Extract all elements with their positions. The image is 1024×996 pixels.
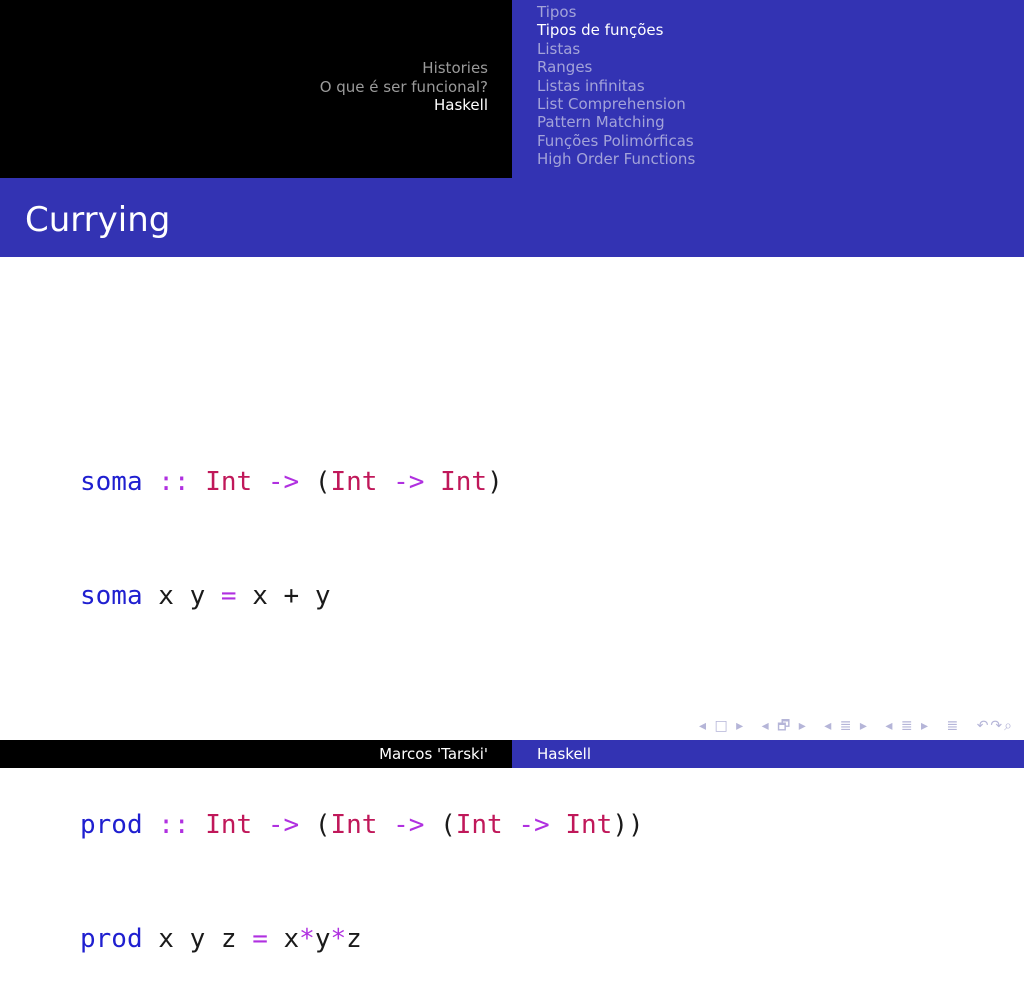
- code-equals: =: [252, 924, 268, 954]
- code-fn-name: prod: [80, 810, 143, 840]
- code-body: x: [267, 924, 300, 954]
- beamer-header: Histories O que é ser funcional? Haskell…: [0, 0, 1024, 178]
- code-line-3: prod :: Int -> (Int -> (Int -> Int)): [80, 806, 644, 844]
- header-subsections-panel: Tipos Tipos de funções Listas Ranges Lis…: [512, 0, 1024, 178]
- nav-toc-icon[interactable]: ≣: [947, 718, 961, 734]
- code-arrow: ->: [377, 467, 441, 497]
- code-line-4: prod x y z = x*y*z: [80, 920, 644, 958]
- subsection-item-pattern-matching[interactable]: Pattern Matching: [537, 113, 695, 131]
- section-item-o-que-e-ser-funcional[interactable]: O que é ser funcional?: [320, 78, 488, 97]
- code-type: Int: [205, 810, 253, 840]
- code-fn-name: soma: [80, 467, 143, 497]
- frame-title: Currying: [25, 200, 171, 240]
- subsection-item-tipos[interactable]: Tipos: [537, 3, 695, 21]
- subsection-item-high-order-functions[interactable]: High Order Functions: [537, 150, 695, 168]
- code-body: y: [314, 924, 331, 954]
- frame-title-bar: Currying: [0, 178, 1024, 257]
- section-list: Histories O que é ser funcional? Haskell: [320, 59, 488, 115]
- code-equals: =: [220, 581, 237, 611]
- code-operator: *: [299, 924, 315, 954]
- subsection-item-funcoes-polimorficas[interactable]: Funções Polimórficas: [537, 132, 695, 150]
- code-type: Int: [330, 467, 378, 497]
- section-item-histories[interactable]: Histories: [320, 59, 488, 78]
- code-block: soma :: Int -> (Int -> Int) soma x y = x…: [80, 387, 644, 996]
- code-paren: (: [440, 810, 456, 840]
- beamer-footer: Marcos 'Tarski' Haskell: [0, 740, 1024, 768]
- code-type: Int: [330, 810, 378, 840]
- code-fn-name: soma: [80, 581, 143, 611]
- code-type: Int: [440, 467, 488, 497]
- code-type-sep: ::: [142, 810, 206, 840]
- code-line-2: soma x y = x + y: [80, 577, 644, 615]
- code-args: x y z: [142, 924, 253, 954]
- subsection-item-listas[interactable]: Listas: [537, 40, 695, 58]
- code-arrow: ->: [252, 810, 315, 840]
- nav-search-icon[interactable]: ↶↷⌕: [977, 718, 1014, 734]
- subsection-item-tipos-de-funcoes[interactable]: Tipos de funções: [537, 21, 695, 39]
- beamer-navigation: ◂ □ ▸ ◂ 🗗 ▸ ◂ ≣ ▸ ◂ ≣ ▸ ≣ ↶↷⌕: [689, 715, 1014, 739]
- nav-frame-icon[interactable]: ◂ □ ▸: [699, 718, 745, 734]
- footer-author-panel: Marcos 'Tarski': [0, 740, 512, 768]
- code-arrow: ->: [502, 810, 566, 840]
- code-paren: )): [612, 810, 644, 840]
- header-sections-panel: Histories O que é ser funcional? Haskell: [0, 0, 512, 178]
- code-args: x y: [142, 581, 221, 611]
- code-paren: (: [314, 467, 331, 497]
- nav-subsection-icon[interactable]: ◂ 🗗 ▸: [762, 718, 808, 734]
- code-body: y: [299, 581, 331, 611]
- footer-title: Haskell: [537, 745, 592, 763]
- code-paren: ): [487, 467, 503, 497]
- code-type: Int: [205, 467, 253, 497]
- code-fn-name: prod: [80, 924, 143, 954]
- nav-section-icon[interactable]: ◂ ≣ ▸: [824, 718, 869, 734]
- subsection-item-listas-infinitas[interactable]: Listas infinitas: [537, 77, 695, 95]
- code-operator: *: [330, 924, 347, 954]
- code-line-1: soma :: Int -> (Int -> Int): [80, 463, 644, 501]
- subsection-item-ranges[interactable]: Ranges: [537, 58, 695, 76]
- footer-author: Marcos 'Tarski': [379, 745, 488, 763]
- code-type: Int: [455, 810, 503, 840]
- code-arrow: ->: [377, 810, 441, 840]
- section-item-haskell[interactable]: Haskell: [320, 96, 488, 115]
- subsection-item-list-comprehension[interactable]: List Comprehension: [537, 95, 695, 113]
- subsection-list: Tipos Tipos de funções Listas Ranges Lis…: [537, 3, 695, 169]
- code-body: z: [346, 924, 362, 954]
- nav-part-icon[interactable]: ◂ ≣ ▸: [885, 718, 930, 734]
- code-body: x: [236, 581, 284, 611]
- footer-title-panel: Haskell: [512, 740, 1024, 768]
- code-operator: +: [283, 581, 300, 611]
- code-type-sep: ::: [142, 467, 206, 497]
- code-arrow: ->: [252, 467, 315, 497]
- code-paren: (: [314, 810, 331, 840]
- code-type: Int: [565, 810, 613, 840]
